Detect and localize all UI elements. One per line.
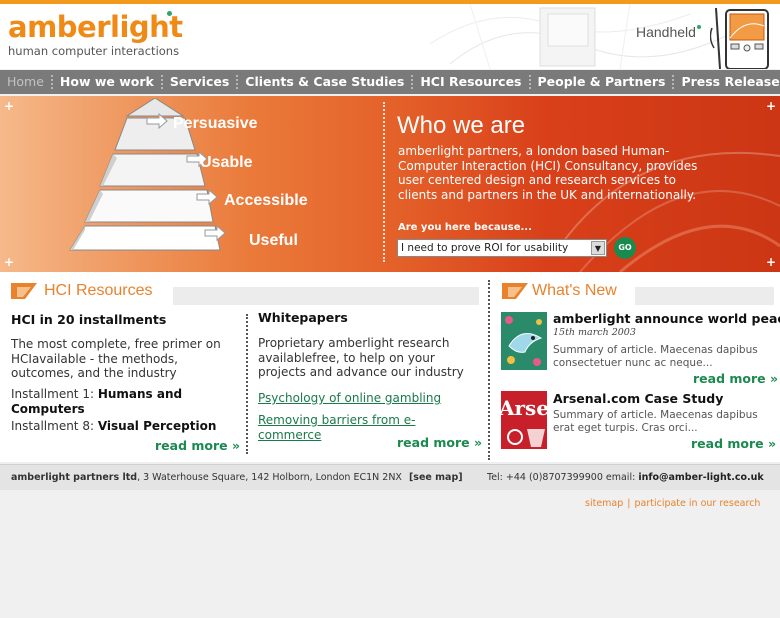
- bird-illustration-icon[interactable]: [501, 312, 547, 370]
- nav-item-people-partners[interactable]: People & Partners: [531, 70, 673, 94]
- footer-email-link[interactable]: info@amber-light.co.uk: [638, 472, 763, 483]
- news-item-2-summary: Summary of article. Maecenas dapibus era…: [553, 409, 758, 434]
- handheld-link[interactable]: Handheld: [636, 24, 696, 40]
- whitepapers-read-more[interactable]: read more »: [397, 435, 482, 450]
- plus-icon: +: [766, 99, 777, 113]
- hci-installments-read-more[interactable]: read more »: [155, 438, 240, 453]
- installment-8-title[interactable]: Visual Perception: [98, 419, 217, 433]
- site-header: amberlight human computer interactions H…: [0, 4, 780, 69]
- pyramid-label-usable: Usable: [200, 154, 253, 171]
- news-item-1-title[interactable]: amberlight announce world peace: [553, 311, 780, 326]
- banner-divider: [383, 102, 385, 262]
- visitor-question-label: Are you here because...: [398, 222, 532, 233]
- pyramid-diagram: Persuasive Usable Accessible Useful: [69, 98, 308, 251]
- whitepapers-heading: Whitepapers: [258, 310, 348, 325]
- news-item-1-date: 15th march 2003: [553, 327, 636, 338]
- nav-item-how-we-work[interactable]: How we work: [53, 70, 161, 94]
- who-we-are-body: amberlight partners, a london based Huma…: [398, 144, 698, 202]
- who-we-are-title: Who we are: [397, 112, 526, 139]
- installment-1-item[interactable]: Installment 1: Humans and Computers: [11, 387, 237, 416]
- hci-installments-intro: The most complete, free primer on HCIava…: [11, 337, 221, 381]
- footer-address-text: , 3 Waterhouse Square, 142 Holborn, Lond…: [137, 472, 402, 483]
- amberlight-logo[interactable]: amberlight human computer interactions: [8, 10, 183, 58]
- see-map-link[interactable]: [see map]: [409, 472, 463, 483]
- main-content: HCI Resources HCI in 20 installments The…: [0, 272, 780, 462]
- hci-resources-title: HCI Resources: [44, 282, 153, 299]
- handheld-dot-icon: [697, 25, 701, 29]
- whitepaper-link-gambling[interactable]: Psychology of online gambling: [258, 391, 441, 406]
- installment-8-item[interactable]: Installment 8: Visual Perception: [11, 419, 237, 434]
- nav-item-clients[interactable]: Clients & Case Studies: [238, 70, 411, 94]
- main-nav: Home How we work Services Clients & Case…: [0, 70, 780, 94]
- footer-links: sitemap | participate in our research: [585, 498, 760, 509]
- installment-1-prefix: Installment 1:: [11, 387, 98, 401]
- logo-wordmark: amberlight: [8, 10, 183, 44]
- plus-icon: +: [4, 255, 15, 269]
- arsenal-logo-icon[interactable]: Arse: [501, 391, 547, 449]
- news-item-2-title[interactable]: Arsenal.com Case Study: [553, 391, 723, 406]
- footer-contact: Tel: +44 (0)8707399900 email: info@amber…: [487, 472, 764, 483]
- logo-tagline: human computer interactions: [8, 44, 180, 58]
- plus-icon: +: [766, 255, 777, 269]
- logo-dot-icon: [167, 11, 172, 16]
- whats-new-title: What's New: [532, 282, 617, 299]
- section-logo-icon: [11, 283, 37, 299]
- whats-new-header: What's New: [502, 280, 774, 305]
- pyramid-label-accessible: Accessible: [224, 192, 308, 209]
- news-item-1-read-more[interactable]: read more »: [693, 371, 778, 386]
- column-divider: [488, 280, 490, 460]
- pyramid-label-useful: Useful: [249, 232, 298, 249]
- hci-installments-heading: HCI in 20 installments: [11, 312, 167, 327]
- footer-company: amberlight partners ltd: [11, 472, 138, 483]
- section-logo-icon: [502, 283, 528, 299]
- nav-item-hci-resources[interactable]: HCI Resources: [413, 70, 528, 94]
- sitemap-link[interactable]: sitemap: [585, 498, 623, 509]
- footer-link-separator: |: [627, 498, 631, 509]
- dropdown-arrow-icon[interactable]: ▼: [591, 241, 605, 255]
- visitor-reason-value: I need to prove ROI for usability: [401, 242, 569, 254]
- handheld-device-icon[interactable]: [710, 8, 774, 69]
- column-divider: [246, 314, 248, 454]
- news-item-2-thumb-text: Arse: [501, 396, 547, 420]
- participate-research-link[interactable]: participate in our research: [634, 498, 760, 509]
- plus-icon: +: [4, 99, 15, 113]
- site-footer: amberlight partners ltd, 3 Waterhouse Sq…: [0, 464, 780, 490]
- nav-item-press-releases[interactable]: Press Releases: [674, 70, 780, 94]
- pyramid-label-persuasive: Persuasive: [173, 115, 258, 132]
- nav-item-home[interactable]: Home: [0, 70, 51, 94]
- news-item-2-read-more[interactable]: read more »: [691, 436, 776, 451]
- nav-item-services[interactable]: Services: [163, 70, 236, 94]
- go-button[interactable]: GO: [614, 237, 636, 259]
- hci-resources-header: HCI Resources: [11, 280, 479, 305]
- installment-8-prefix: Installment 8:: [11, 419, 98, 433]
- section-bar: [173, 287, 479, 305]
- news-item-1-summary: Summary of article. Maecenas dapibus con…: [553, 344, 758, 369]
- footer-tel: Tel: +44 (0)8707399900 email:: [487, 472, 639, 483]
- footer-address: amberlight partners ltd, 3 Waterhouse Sq…: [11, 472, 463, 483]
- whitepaper-link-ecommerce[interactable]: Removing barriers from e-commerce: [258, 413, 418, 442]
- visitor-reason-select[interactable]: I need to prove ROI for usability ▼: [397, 239, 607, 257]
- section-bar: [635, 287, 774, 305]
- whitepapers-intro: Proprietary amberlight research availabl…: [258, 336, 464, 380]
